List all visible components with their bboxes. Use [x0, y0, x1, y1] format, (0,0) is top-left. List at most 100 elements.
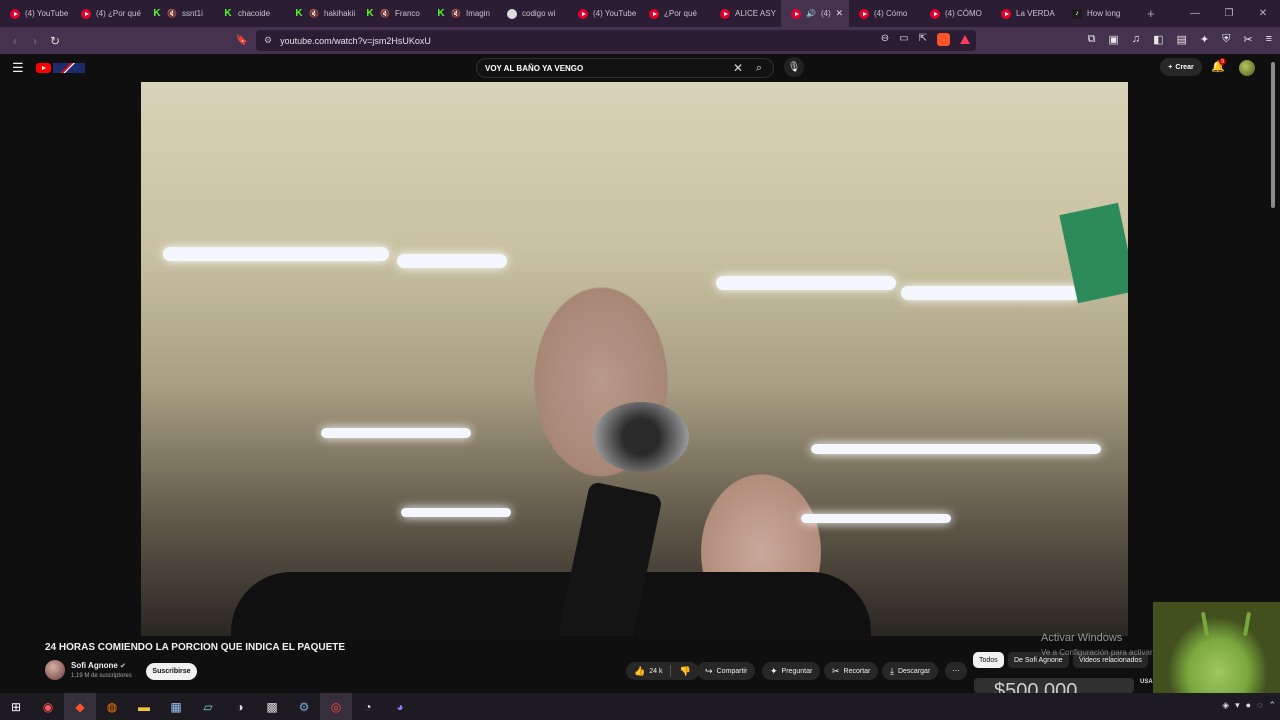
firefox-icon[interactable]: ◍ — [96, 693, 128, 720]
extensions-icon[interactable]: ⧉ — [1088, 33, 1096, 46]
vpn-icon[interactable]: ⛨ — [1222, 33, 1230, 46]
chip-all[interactable]: Todos — [973, 652, 1004, 668]
subscribe-button[interactable]: Suscribirse — [146, 663, 197, 680]
tab-title: (4) ¿Por qué — [96, 9, 141, 18]
youtube-doodle-flag[interactable] — [53, 63, 85, 73]
create-button[interactable]: + Crear — [1160, 58, 1202, 76]
address-bar[interactable]: ⚙ youtube.com/watch?v=jsm2HsUKoxU ⊖ ▭ ⇱ — [256, 30, 976, 51]
tab-10[interactable]: ALICE ASY — [710, 0, 781, 27]
close-tab-icon[interactable]: ✕ — [835, 8, 843, 19]
windows-start-icon[interactable]: ⊞ — [0, 693, 32, 720]
tab-5[interactable]: K 🔇 Franco — [355, 0, 426, 27]
tab-15[interactable]: ♪ How long — [1062, 0, 1133, 27]
notification-badge: 9 — [1219, 58, 1226, 65]
muted-speaker-icon: 🔇 — [451, 9, 461, 18]
forward-icon[interactable]: › — [25, 34, 45, 48]
brave-shields-icon[interactable] — [937, 33, 950, 46]
sidebar-icon[interactable]: ◧ — [1153, 33, 1163, 46]
app-icon[interactable]: ◑ — [224, 693, 256, 720]
tab-2[interactable]: K 🔇 ssnt1i — [142, 0, 213, 27]
clip-button[interactable]: ✂ Recortar — [824, 662, 879, 680]
speaker-icon[interactable]: 🔊 — [806, 9, 816, 18]
tab-title: Imagin — [465, 9, 490, 18]
account-avatar[interactable] — [1239, 60, 1255, 76]
clear-search-icon[interactable]: ✕ — [733, 61, 743, 75]
minimize-icon[interactable]: — — [1178, 0, 1212, 27]
more-actions-icon[interactable]: ⋯ — [945, 662, 967, 680]
verified-check-icon: ✔ — [120, 663, 126, 670]
tab-13[interactable]: (4) CÓMO — [920, 0, 991, 27]
tray-app-icon[interactable]: ● — [1246, 700, 1251, 711]
tab-7[interactable]: codigo wi — [497, 0, 568, 27]
tab-8[interactable]: (4) YouTube — [568, 0, 639, 27]
tools-icon[interactable]: ✂ — [1243, 33, 1252, 46]
obs-icon[interactable]: ◎ — [320, 693, 352, 720]
hamburger-menu-icon[interactable]: ☰ — [12, 60, 24, 76]
page-scrollbar[interactable] — [1271, 62, 1275, 208]
divider — [670, 665, 672, 677]
brave-browser-icon[interactable]: ◆ — [64, 693, 96, 720]
dislike-icon[interactable]: 👎 — [679, 666, 690, 677]
like-count[interactable]: 24 k — [649, 668, 662, 675]
tab-3[interactable]: Kchacoide — [213, 0, 284, 27]
search-input[interactable]: VOY AL BAÑO YA VENGO ✕ ⌕ — [476, 58, 774, 78]
new-tab-plus-icon[interactable]: + — [1133, 6, 1155, 21]
video-player[interactable] — [141, 82, 1128, 636]
tray-app-icon[interactable]: ◌ — [1257, 700, 1262, 711]
tab-4[interactable]: K 🔇 hakihakii — [284, 0, 355, 27]
related-video-thumbnail[interactable]: $500.000 — [974, 678, 1134, 693]
channel-avatar[interactable] — [45, 660, 65, 680]
channel-name[interactable]: Sofi Agnone ✔ — [71, 661, 126, 670]
youtube-logo[interactable] — [36, 63, 51, 73]
zoom-icon[interactable]: ⊖ — [881, 33, 889, 46]
leo-ai-icon[interactable]: ✦ — [1200, 33, 1209, 46]
steam-icon[interactable]: ⚙ — [288, 693, 320, 720]
close-window-icon[interactable]: ✕ — [1246, 0, 1280, 27]
opera-gx-icon[interactable]: ◉ — [32, 693, 64, 720]
browser-menu-icon[interactable]: ≡ — [1266, 33, 1272, 46]
tab-title: (4) Cómo — [874, 9, 908, 18]
tab-14[interactable]: La VERDA — [991, 0, 1062, 27]
search-query: VOY AL BAÑO YA VENGO — [485, 63, 584, 73]
app-icon[interactable]: ▩ — [256, 693, 288, 720]
share-icon[interactable]: ⇱ — [919, 33, 927, 46]
back-icon[interactable]: ‹ — [5, 34, 25, 48]
reload-icon[interactable]: ↻ — [45, 34, 65, 48]
youtube-icon — [578, 8, 588, 19]
tray-app-icon[interactable]: ▾ — [1235, 700, 1240, 711]
voice-search-icon[interactable]: 🎙 — [784, 57, 804, 77]
like-icon[interactable]: 👍 — [634, 666, 645, 677]
calculator-icon[interactable]: ▦ — [160, 693, 192, 720]
tab-12[interactable]: (4) Cómo — [849, 0, 920, 27]
cast-icon[interactable]: ▭ — [899, 33, 908, 46]
bookmark-icon[interactable]: 🔖 — [232, 35, 252, 46]
brave-rewards-icon[interactable] — [960, 35, 970, 44]
tray-overflow-icon[interactable]: ⌃ — [1268, 700, 1276, 711]
windows-taskbar: ⊞ ◉ ◆ ◍ ▬ ▦ ▱ ◑ ▩ ⚙ ◎ ◔ ◕ — [0, 693, 1280, 720]
wallet-icon[interactable]: ▤ — [1176, 33, 1186, 46]
tab-9[interactable]: ¿Por qué — [639, 0, 710, 27]
maximize-icon[interactable]: ❐ — [1212, 0, 1246, 27]
discord-icon[interactable]: ◈ — [1222, 700, 1229, 711]
file-explorer-icon[interactable]: ▬ — [128, 693, 160, 720]
tab-capture-icon[interactable]: ▣ — [1108, 33, 1118, 46]
search-icon[interactable]: ⌕ — [745, 59, 773, 77]
app-icon[interactable]: ◕ — [384, 693, 416, 720]
ask-button[interactable]: ✦ Preguntar — [762, 662, 821, 680]
video-title: 24 HORAS COMIENDO LA PORCION QUE INDICA … — [45, 642, 346, 653]
clip-label: Recortar — [843, 667, 871, 675]
share-button[interactable]: ↪ Compartir — [697, 662, 756, 680]
download-icon: ⤓ — [890, 665, 894, 676]
muted-speaker-icon: 🔇 — [167, 9, 177, 18]
kick-icon: K — [437, 8, 445, 19]
tab-1[interactable]: (4) ¿Por qué — [71, 0, 142, 27]
kick-icon: K — [295, 8, 303, 19]
music-icon[interactable]: ♫ — [1132, 33, 1140, 46]
download-button[interactable]: ⤓ Descargar — [882, 662, 939, 680]
tab-active[interactable]: 🔊 (4) ✕ — [781, 0, 849, 27]
notepad-icon[interactable]: ▱ — [192, 693, 224, 720]
site-settings-icon[interactable]: ⚙ — [264, 35, 272, 46]
tab-6[interactable]: K 🔇 Imagin — [426, 0, 497, 27]
app-icon[interactable]: ◔ — [352, 693, 384, 720]
tab-0[interactable]: (4) YouTube — [0, 0, 71, 27]
